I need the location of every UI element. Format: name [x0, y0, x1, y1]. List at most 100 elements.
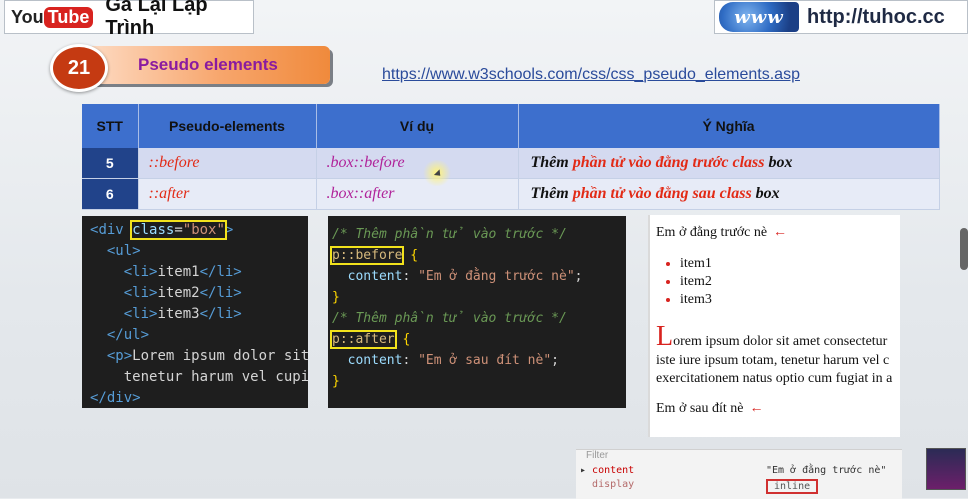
code-token: "box" [182, 222, 225, 238]
code-line: </div> [90, 388, 308, 408]
code-line: } [332, 371, 626, 392]
list-item: item1 [680, 255, 712, 273]
code-token: </li> [199, 306, 242, 322]
preview-text: orem ipsum dolor sit amet consectetur [673, 334, 888, 349]
site-banner: www http://tuhoc.cc [714, 0, 968, 34]
devtools-key: display [592, 479, 635, 490]
code-token: <li> [123, 264, 158, 280]
code-token: div [98, 222, 124, 238]
channel-name: Gà Lại Lập Trình [105, 0, 208, 39]
code-line: content: "Em ở sau đít nè"; [332, 350, 626, 371]
code-line: p::before { [329, 245, 626, 266]
code-line: <ul> [90, 241, 308, 262]
devtools-computed-panel: Filter ▸ content "Em ở đằng trước nè" dis… [576, 449, 902, 499]
code-comment: /* Thêm phần tử vào trước */ [332, 311, 567, 326]
meaning-highlight: phần tử vào đằng trước class [572, 154, 765, 171]
code-token: ; [551, 353, 559, 368]
code-token: "Em ở đằng trước nè" [418, 269, 575, 284]
preview-after-text: Em ở sau đít nè [656, 401, 744, 416]
code-token: </li> [199, 285, 242, 301]
pseudo-elements-table: STT Pseudo-elements Ví dụ Ý Nghĩa 5 ::be… [82, 104, 940, 210]
lesson-title: Pseudo elements [138, 55, 278, 74]
code-line: /* Thêm phần tử vào trước */ [332, 308, 626, 329]
code-token: = [174, 222, 183, 238]
code-comment: /* Thêm phần tử vào trước */ [332, 227, 567, 242]
cell-example: .box::before [316, 148, 519, 179]
code-token: { [402, 332, 411, 347]
devtools-filter-label[interactable]: Filter [586, 450, 608, 461]
cell-stt: 5 [82, 148, 139, 179]
arrow-left-icon: ← [749, 401, 764, 416]
scrollbar-thumb[interactable] [960, 228, 968, 270]
html-code-panel: <div class="box"> <ul> <li>item1</li> <l… [82, 216, 308, 408]
devtools-row-content[interactable]: ▸ content "Em ở đằng trước nè" [580, 465, 886, 476]
code-token: "Em ở sau đít nè" [418, 353, 552, 368]
cell-stt: 6 [82, 178, 139, 210]
meaning-highlight: phần tử vào đằng sau class [572, 185, 752, 202]
code-token: ; [574, 269, 583, 284]
code-line: <li>item1</li> [90, 262, 308, 283]
lesson-number-badge: 21 [50, 44, 108, 92]
cell-meaning: Thêm phần tử vào đằng sau class box [518, 178, 940, 210]
code-line: <div class="box"> [90, 220, 308, 241]
youtube-channel-banner: You Tube Gà Lại Lập Trình [4, 0, 254, 39]
list-item: item2 [680, 273, 712, 291]
code-line: </ul> [90, 325, 308, 346]
preview-list: item1 item2 item3 [656, 255, 712, 309]
list-item: item3 [680, 291, 712, 309]
preview-paragraph-line2: iste iure ipsum totam, tenetur harum vel… [656, 353, 890, 368]
devtools-key: content [592, 465, 635, 476]
preview-before-line: Em ở đằng trước nè ← [656, 225, 787, 241]
meaning-prefix: Thêm [530, 185, 573, 202]
code-token: content [347, 353, 403, 368]
cell-meaning: Thêm phần tử vào đằng trước class box [518, 148, 940, 179]
code-line: <li>item3</li> [90, 304, 308, 325]
dropcap-letter: L [656, 321, 674, 352]
devtools-value: "Em ở đằng trước nè" [766, 465, 887, 476]
youtube-logo-text: You [11, 6, 44, 27]
class-box-highlight: class="box" [130, 220, 227, 240]
code-token: <li> [123, 306, 158, 322]
code-line: content: "Em ở đằng trước nè"; [332, 266, 626, 287]
site-url: http://tuhoc.cc [807, 5, 945, 28]
code-token: item2 [157, 285, 200, 301]
preview-paragraph-line3: exercitationem natus optio cum fugiat in… [656, 371, 893, 386]
meaning-suffix: box [764, 154, 793, 171]
www-globe-icon: www [719, 2, 799, 32]
code-line: /* Thêm phần tử vào trước */ [332, 224, 626, 245]
code-token: <p> [106, 348, 133, 364]
code-line: <p>Lorem ipsum dolor sit [90, 346, 308, 367]
cell-example: .box::after [316, 178, 519, 210]
table-row: 5 ::before .box::before Thêm phần tử vào… [82, 148, 940, 179]
youtube-logo-icon: Tube [43, 6, 94, 28]
code-line: <li>item2</li> [90, 283, 308, 304]
meaning-suffix: box [751, 185, 780, 202]
code-token: : [402, 269, 411, 284]
cell-pseudo: ::before [138, 148, 317, 179]
table-header-row: STT Pseudo-elements Ví dụ Ý Nghĩa [82, 104, 940, 148]
code-token: > [224, 222, 234, 238]
preview-paragraph-line1: Lorem ipsum dolor sit amet consectetur [656, 323, 887, 351]
code-token: content [347, 269, 403, 284]
meaning-prefix: Thêm [530, 154, 573, 171]
css-code-panel: /* Thêm phần tử vào trước */ p::before {… [328, 216, 626, 408]
code-token: class [132, 222, 175, 238]
devtools-row-display[interactable]: display inline [580, 479, 819, 494]
w3schools-reference-link[interactable]: https://www.w3schools.com/css/css_pseudo… [382, 66, 800, 84]
code-token: <ul> [106, 243, 141, 259]
code-line: p::after { [330, 329, 626, 350]
code-token: Lorem ipsum dolor sit [132, 348, 308, 364]
selector-after-highlight: p::after [330, 330, 397, 349]
code-line: } [332, 287, 626, 308]
code-token: item3 [157, 306, 200, 322]
code-token: <li> [123, 285, 158, 301]
devtools-inline-highlight: inline [766, 479, 819, 494]
preview-before-text: Em ở đằng trước nè [656, 225, 768, 240]
table-row: 6 ::after .box::after Thêm phần tử vào đ… [82, 178, 940, 210]
browser-preview: Em ở đằng trước nè ← item1 item2 item3 Lo… [648, 215, 900, 437]
code-token: </li> [199, 264, 242, 280]
selector-before-highlight: p::before [329, 246, 405, 265]
header-pseudo-elements: Pseudo-elements [138, 104, 317, 148]
code-token: } [332, 374, 340, 389]
code-token: { [410, 248, 419, 263]
